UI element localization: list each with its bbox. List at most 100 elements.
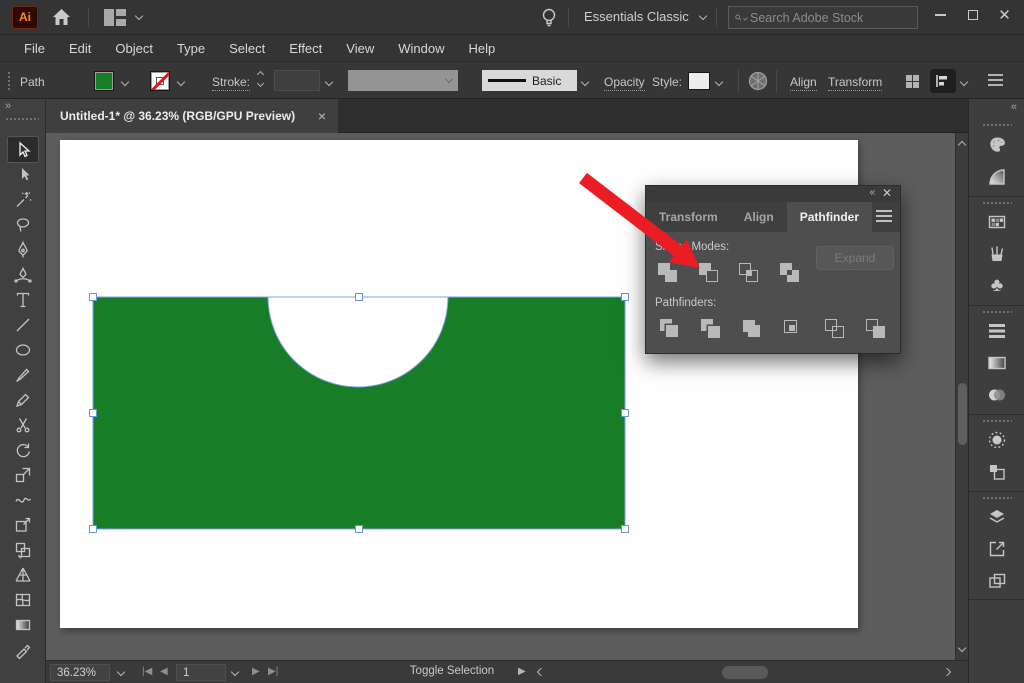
- grip[interactable]: [982, 201, 1012, 205]
- tool-direct-selection[interactable]: [8, 162, 38, 187]
- grip[interactable]: [982, 123, 1012, 127]
- control-bar-menu-icon[interactable]: [988, 74, 1003, 89]
- shape-mode-intersect-button[interactable]: [738, 262, 760, 284]
- artboard-number-field[interactable]: 1: [176, 664, 226, 681]
- color-panel-icon[interactable]: [983, 132, 1011, 158]
- pathfinder-outline-button[interactable]: [824, 318, 846, 340]
- tool-line-segment[interactable]: [8, 312, 38, 337]
- vertical-scrollbar[interactable]: [955, 133, 968, 660]
- tool-perspective-grid[interactable]: [8, 562, 38, 587]
- menu-type[interactable]: Type: [165, 41, 217, 56]
- search-input[interactable]: [750, 11, 911, 25]
- adobe-stock-search[interactable]: [728, 6, 918, 29]
- workspace-switcher[interactable]: Essentials Classic: [584, 9, 689, 24]
- workspace-grid-icon[interactable]: [906, 75, 919, 88]
- grip[interactable]: [982, 419, 1012, 423]
- tool-selection[interactable]: [8, 137, 38, 162]
- panel-collapse-icon[interactable]: «: [869, 187, 874, 198]
- pathfinder-crop-button[interactable]: [782, 318, 804, 340]
- brush-chevron-icon[interactable]: [581, 78, 589, 86]
- scroll-up-icon[interactable]: [958, 141, 966, 149]
- menu-window[interactable]: Window: [386, 41, 456, 56]
- menu-view[interactable]: View: [334, 41, 386, 56]
- shape-mode-unite-button[interactable]: [657, 262, 679, 284]
- pathfinder-trim-button[interactable]: [700, 318, 722, 340]
- recolor-artwork-icon[interactable]: [748, 71, 768, 91]
- menu-effect[interactable]: Effect: [277, 41, 334, 56]
- tab-pathfinder[interactable]: Pathfinder: [787, 202, 872, 232]
- tool-scissors[interactable]: [8, 412, 38, 437]
- stroke-panel-icon[interactable]: [983, 318, 1011, 344]
- maximize-button[interactable]: [957, 0, 988, 29]
- last-artboard-icon[interactable]: ▶|: [268, 666, 278, 677]
- tool-ellipse[interactable]: [8, 337, 38, 362]
- next-artboard-icon[interactable]: ▶: [252, 666, 260, 677]
- zoom-chevron-icon[interactable]: [117, 668, 125, 676]
- menu-file[interactable]: File: [12, 41, 57, 56]
- stroke-color-swatch[interactable]: [150, 71, 170, 91]
- graphic-style-swatch[interactable]: [688, 72, 710, 90]
- gradient-panel-icon[interactable]: [983, 350, 1011, 376]
- close-button[interactable]: ✕: [989, 0, 1020, 29]
- home-icon[interactable]: [52, 8, 71, 26]
- artboards-panel-icon[interactable]: [983, 536, 1011, 562]
- previous-artboard-icon[interactable]: ◀: [160, 666, 168, 677]
- style-chevron-icon[interactable]: [715, 78, 723, 86]
- brushes-panel-icon[interactable]: [983, 241, 1011, 267]
- layers-panel-icon[interactable]: [983, 504, 1011, 530]
- menu-help[interactable]: Help: [456, 41, 507, 56]
- transparency-panel-icon[interactable]: [983, 382, 1011, 408]
- panel-close-icon[interactable]: ✕: [882, 186, 892, 200]
- stroke-chevron-icon[interactable]: [177, 78, 185, 86]
- discover-lightbulb-icon[interactable]: [540, 7, 558, 27]
- brush-definition-dropdown[interactable]: Basic: [482, 70, 577, 91]
- vertical-scroll-thumb[interactable]: [958, 383, 967, 445]
- workspace-chevron-icon[interactable]: [699, 12, 707, 20]
- tool-curvature[interactable]: [8, 262, 38, 287]
- tab-close-icon[interactable]: ×: [318, 108, 326, 124]
- stroke-label[interactable]: Stroke:: [212, 75, 250, 91]
- arrange-documents-icon[interactable]: [104, 9, 128, 26]
- align-label[interactable]: Align: [790, 75, 817, 91]
- appearance-panel-icon[interactable]: [983, 427, 1011, 453]
- stroke-width-chevron-icon[interactable]: [325, 78, 333, 86]
- grip[interactable]: [982, 310, 1012, 314]
- tool-rotate[interactable]: [8, 437, 38, 462]
- stroke-width-field[interactable]: [274, 70, 320, 91]
- asset-export-panel-icon[interactable]: [983, 568, 1011, 594]
- arrange-documents-chevron-icon[interactable]: [135, 12, 143, 20]
- shape-mode-minus-front-button[interactable]: [698, 262, 720, 284]
- artboard-chevron-icon[interactable]: [231, 668, 239, 676]
- stroke-width-stepper[interactable]: [258, 72, 263, 86]
- tool-scale[interactable]: [8, 462, 38, 487]
- opacity-label[interactable]: Opacity: [604, 75, 645, 91]
- minimize-button[interactable]: [925, 0, 956, 29]
- grip[interactable]: [5, 117, 39, 121]
- align-panel-chevron-icon[interactable]: [960, 78, 968, 86]
- grip[interactable]: [7, 71, 12, 91]
- tool-width[interactable]: [8, 487, 38, 512]
- horizontal-scroll-thumb[interactable]: [722, 666, 768, 679]
- grip[interactable]: [982, 496, 1012, 500]
- fill-color-swatch[interactable]: [94, 71, 114, 91]
- tool-gradient[interactable]: [8, 612, 38, 637]
- menu-select[interactable]: Select: [217, 41, 277, 56]
- status-display[interactable]: Toggle Selection: [346, 665, 558, 677]
- transform-label[interactable]: Transform: [828, 75, 882, 91]
- pathfinder-minus-back-button[interactable]: [865, 318, 887, 340]
- graphic-styles-panel-icon[interactable]: [983, 459, 1011, 485]
- status-play-icon[interactable]: ▶: [518, 666, 526, 677]
- tool-magic-wand[interactable]: [8, 187, 38, 212]
- panel-header[interactable]: « ✕: [646, 186, 900, 202]
- tool-lasso[interactable]: [8, 212, 38, 237]
- zoom-level-field[interactable]: 36.23%: [50, 664, 110, 681]
- tool-paintbrush[interactable]: [8, 362, 38, 387]
- color-guide-panel-icon[interactable]: [983, 164, 1011, 190]
- scroll-down-icon[interactable]: [958, 644, 966, 652]
- first-artboard-icon[interactable]: |◀: [142, 666, 152, 677]
- tab-transform[interactable]: Transform: [646, 202, 731, 232]
- pathfinder-divide-button[interactable]: [659, 318, 681, 340]
- tool-shape-builder[interactable]: [8, 537, 38, 562]
- search-scope-chevron-icon[interactable]: [742, 15, 747, 20]
- document-tab[interactable]: Untitled-1* @ 36.23% (RGB/GPU Preview) ×: [46, 99, 338, 133]
